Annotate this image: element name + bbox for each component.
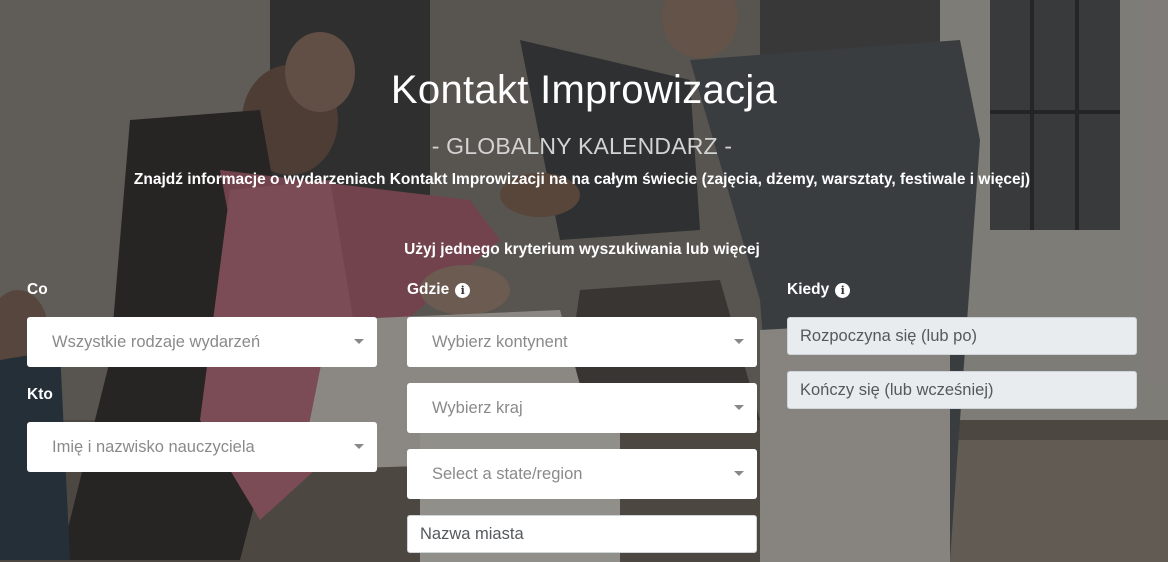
state-placeholder: Select a state/region <box>432 464 583 483</box>
hero-section: Kontakt Improwizacja - GLOBALNY KALENDAR… <box>0 0 1168 562</box>
who-label: Kto <box>27 386 53 404</box>
event-type-select[interactable]: Wszystkie rodzaje wydarzeń <box>27 317 377 367</box>
teacher-select[interactable]: Imię i nazwisko nauczyciela <box>27 422 377 472</box>
caret-down-icon <box>734 471 744 476</box>
city-input[interactable]: Nazwa miasta <box>407 515 757 553</box>
page-subtitle: - GLOBALNY KALENDARZ - <box>431 133 733 159</box>
what-label: Co <box>27 281 48 299</box>
teacher-placeholder: Imię i nazwisko nauczyciela <box>52 437 255 456</box>
search-hint: Użyj jednego kryterium wyszukiwania lub … <box>404 241 760 258</box>
state-select[interactable]: Select a state/region <box>407 449 757 499</box>
info-icon[interactable]: i <box>455 282 471 298</box>
caret-down-icon <box>354 339 364 344</box>
start-date-input[interactable]: Rozpoczyna się (lub po) <box>787 317 1137 355</box>
when-label-text: Kiedy <box>787 281 830 298</box>
event-type-placeholder: Wszystkie rodzaje wydarzeń <box>52 332 261 351</box>
when-label: Kiedy i <box>787 281 851 299</box>
caret-down-icon <box>734 339 744 344</box>
caret-down-icon <box>734 405 744 410</box>
what-label-text: Co <box>27 281 48 298</box>
where-label: Gdzie i <box>407 281 471 299</box>
end-date-input[interactable]: Kończy się (lub wcześniej) <box>787 371 1137 409</box>
caret-down-icon <box>354 444 364 449</box>
start-date-placeholder: Rozpoczyna się (lub po) <box>800 326 978 345</box>
end-date-placeholder: Kończy się (lub wcześniej) <box>800 380 994 399</box>
where-label-text: Gdzie <box>407 281 450 298</box>
page-tagline: Znajdź informacje o wydarzeniach Kontakt… <box>133 171 1031 188</box>
page-title: Kontakt Improwizacja <box>390 68 778 112</box>
continent-placeholder: Wybierz kontynent <box>432 332 568 351</box>
search-panel: Kontakt Improwizacja - GLOBALNY KALENDAR… <box>0 0 1168 562</box>
city-placeholder: Nazwa miasta <box>420 524 524 543</box>
who-label-text: Kto <box>27 386 53 403</box>
country-placeholder: Wybierz kraj <box>432 398 523 417</box>
continent-select[interactable]: Wybierz kontynent <box>407 317 757 367</box>
country-select[interactable]: Wybierz kraj <box>407 383 757 433</box>
info-icon[interactable]: i <box>835 282 851 298</box>
